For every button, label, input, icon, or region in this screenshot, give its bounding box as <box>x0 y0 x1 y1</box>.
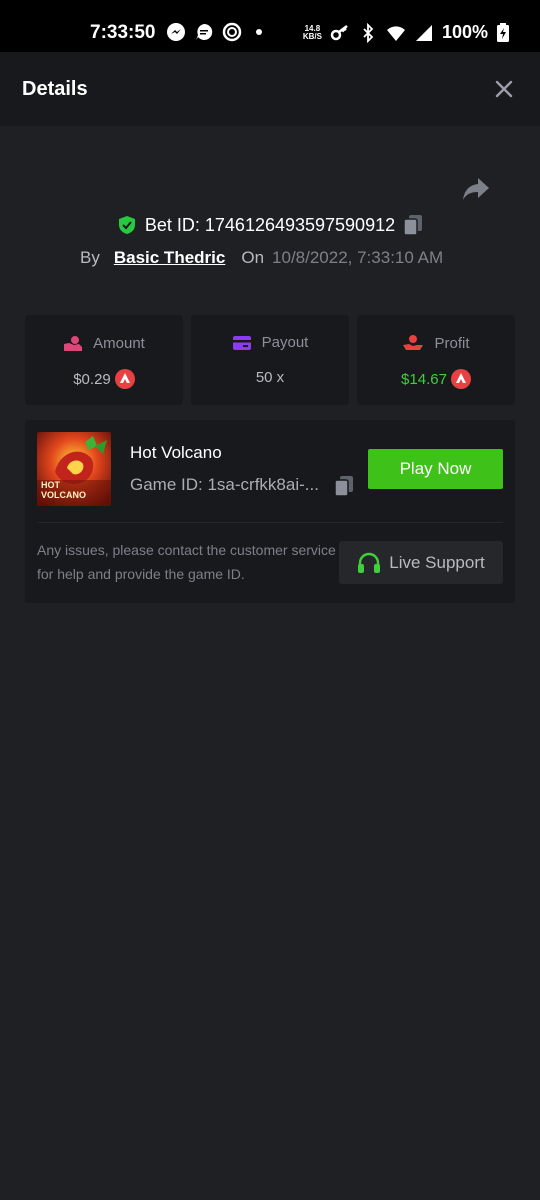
game-card: HOT VOLCANO Hot Volcano Game ID: 1sa-crf… <box>25 420 515 603</box>
sync-icon <box>222 22 242 42</box>
thumb-title-line2: VOLCANO <box>41 490 86 500</box>
game-thumbnail[interactable]: HOT VOLCANO <box>37 432 111 506</box>
stat-payout: Payout 50 x <box>191 315 349 405</box>
live-support-label: Live Support <box>389 552 485 572</box>
bet-id-row: Bet ID: 1746126493597590912 <box>0 214 540 236</box>
stat-amount-value: $0.29 <box>73 370 111 388</box>
stat-payout-label: Payout <box>261 334 309 351</box>
battery-charging-icon <box>497 22 509 42</box>
bet-meta-row: By Basic Thedric On 10/8/2022, 7:33:10 A… <box>80 248 443 268</box>
by-label: By <box>80 248 100 267</box>
user-link[interactable]: Basic Thedric <box>114 248 226 268</box>
thumb-title-line1: HOT <box>41 480 60 490</box>
status-time: 7:33:50 <box>90 22 156 43</box>
amount-icon <box>64 336 83 351</box>
stat-amount-label: Amount <box>93 334 145 352</box>
bet-stats: Amount $0.29 Payout 50 x Profit $14.67 <box>25 315 515 405</box>
stat-payout-value: 50 x <box>255 369 285 386</box>
game-id: Game ID: 1sa-crfkk8ai-... <box>130 475 319 494</box>
wifi-icon <box>386 25 405 41</box>
more-notifications-dot <box>256 29 262 35</box>
status-bar: 7:33:50 14.8 KB/S 100% <box>0 0 540 52</box>
vpn-key-icon <box>330 24 348 40</box>
game-name: Hot Volcano <box>130 443 222 462</box>
network-speed-unit: KB/S <box>302 31 322 41</box>
copy-bet-id-icon[interactable] <box>403 214 423 236</box>
card-divider <box>37 522 503 523</box>
on-label: On <box>241 248 265 267</box>
chat-icon <box>196 23 213 40</box>
copy-game-id-icon[interactable] <box>334 475 354 497</box>
battery-percent: 100% <box>441 22 488 42</box>
page-title: Details <box>22 78 88 100</box>
bluetooth-icon <box>363 22 374 43</box>
stat-amount: Amount $0.29 <box>25 315 183 405</box>
live-support-button[interactable]: Live Support <box>339 541 503 584</box>
status-notification-icons <box>166 22 262 42</box>
play-now-button[interactable]: Play Now <box>368 449 503 489</box>
bet-date: 10/8/2022, 7:33:10 AM <box>272 248 444 267</box>
verified-shield-icon <box>118 216 135 234</box>
status-system-icons: 14.8 KB/S 100% <box>303 22 510 43</box>
stat-profit: Profit $14.67 <box>357 315 515 405</box>
stat-profit-label: Profit <box>434 334 470 352</box>
avax-token-icon <box>114 369 135 389</box>
stat-profit-value: $14.67 <box>401 370 447 388</box>
network-speed: 14.8 KB/S <box>302 24 322 41</box>
signal-icon <box>415 24 432 41</box>
headset-icon <box>358 552 381 573</box>
avax-token-icon <box>450 369 471 389</box>
bet-id: Bet ID: 1746126493597590912 <box>144 214 396 235</box>
messenger-icon <box>167 23 185 41</box>
support-note: Any issues, please contact the customer … <box>37 542 336 582</box>
details-header: Details <box>0 52 540 126</box>
card-icon <box>232 335 251 350</box>
profit-icon <box>403 335 424 350</box>
share-icon[interactable] <box>462 176 490 202</box>
close-icon[interactable] <box>494 79 514 99</box>
